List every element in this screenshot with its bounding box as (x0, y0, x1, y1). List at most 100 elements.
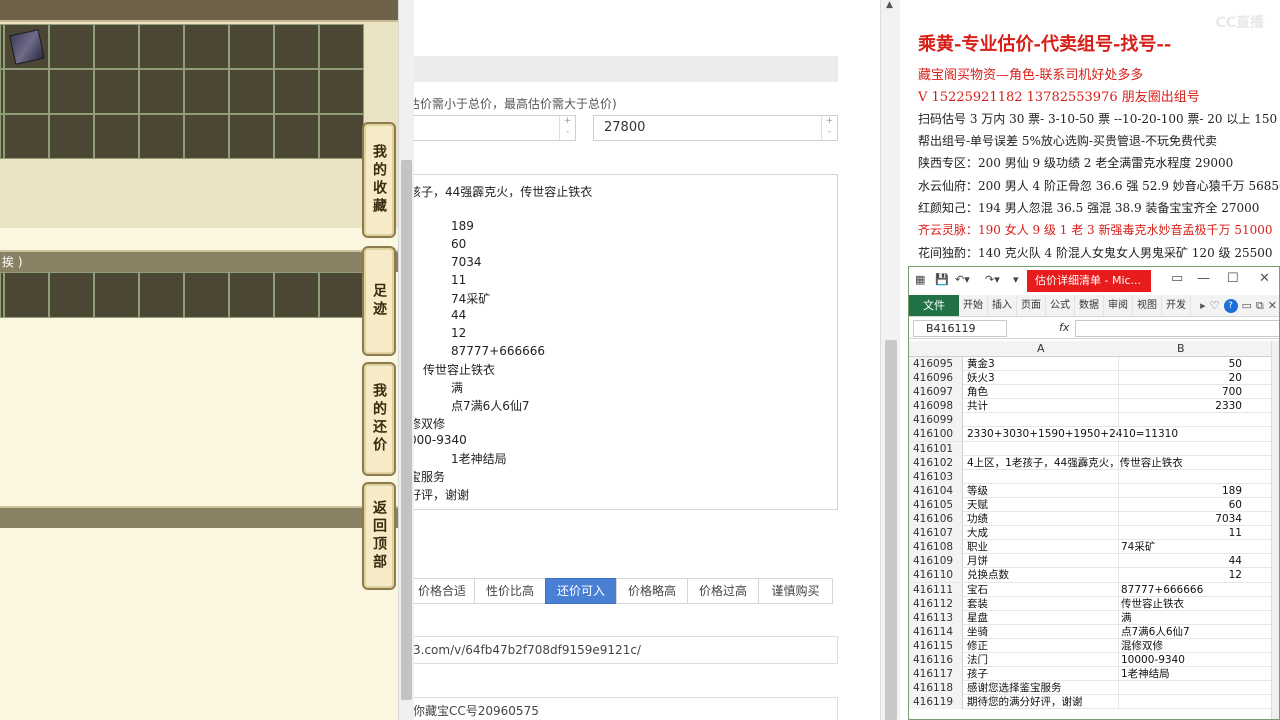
left-scrollbar[interactable] (398, 0, 414, 720)
inventory-slot[interactable] (229, 24, 274, 69)
cell-b[interactable]: 700 (1118, 385, 1244, 400)
ribbon-tab[interactable]: 视图 (1133, 295, 1162, 316)
row-number[interactable]: 416096 (909, 371, 963, 386)
function-icon[interactable]: fx (1059, 321, 1069, 334)
cell-a[interactable]: 坐骑 (965, 625, 1117, 639)
row-number[interactable]: 416099 (909, 413, 963, 428)
ribbon-options-icon[interactable]: ▭ (1171, 271, 1183, 286)
inventory-slot[interactable] (274, 272, 319, 318)
cell-b[interactable]: 74采矿 (1118, 540, 1244, 555)
left-scrollbar-thumb[interactable] (401, 160, 412, 700)
cell-b[interactable] (1118, 455, 1244, 470)
cell-a[interactable]: 角色 (965, 385, 1117, 399)
max-price-stepper[interactable]: + - (821, 116, 837, 140)
rating-option[interactable]: 价格略高 (616, 578, 688, 604)
ribbon-tab[interactable]: 公式 (1046, 295, 1075, 316)
rating-option-selected[interactable]: 还价可入 (545, 578, 617, 604)
cell-b[interactable]: 12 (1118, 568, 1244, 583)
row-number[interactable]: 416110 (909, 568, 963, 583)
inventory-slot[interactable] (319, 114, 364, 159)
cell-a[interactable]: 功绩 (965, 512, 1117, 526)
collapse-ribbon-icon[interactable]: ♡ (1210, 299, 1220, 312)
cell-b[interactable] (1118, 469, 1244, 484)
column-b-header[interactable]: B (1177, 342, 1185, 355)
name-box[interactable]: B416119 (913, 320, 1007, 337)
cell-b[interactable] (1118, 695, 1244, 710)
ribbon-tab[interactable]: 插入 (988, 295, 1017, 316)
row-number[interactable]: 416095 (909, 357, 963, 371)
cell-a[interactable]: 月饼 (965, 554, 1117, 568)
window-restore-icon[interactable]: ⧉ (1256, 299, 1264, 313)
inventory-slot[interactable] (184, 114, 229, 159)
rating-option[interactable]: 谨慎购买 (758, 578, 833, 604)
cell-b[interactable]: 传世容止铁衣 (1118, 596, 1244, 611)
middle-scrollbar-thumb[interactable] (885, 340, 897, 720)
inventory-slot[interactable] (319, 272, 364, 318)
link-field[interactable]: 3.com/v/64fb47b2f708df9159e9121c/ (414, 636, 838, 664)
max-price-input[interactable]: 27800 + - (593, 115, 838, 141)
ribbon-tab[interactable]: 数据 (1075, 295, 1104, 316)
inventory-slot[interactable] (94, 24, 139, 69)
rating-option[interactable]: 性价比高 (474, 578, 546, 604)
row-number[interactable]: 416100 (909, 427, 963, 442)
inventory-slot[interactable] (94, 272, 139, 318)
ribbon-tab[interactable]: 开发 (1162, 295, 1191, 316)
row-number[interactable]: 416113 (909, 610, 963, 625)
window-minimize-icon[interactable]: ▭ (1242, 299, 1252, 312)
ribbon-tab[interactable]: 开始 (959, 295, 988, 316)
inventory-slot[interactable] (274, 114, 319, 159)
ribbon-scroll-icon[interactable]: ▸ (1200, 299, 1206, 312)
save-icon[interactable]: 💾 (935, 273, 949, 286)
inventory-slot[interactable] (94, 114, 139, 159)
cell-b[interactable] (1118, 681, 1244, 696)
inventory-slot[interactable] (274, 24, 319, 69)
cell-a[interactable]: 兑换点数 (965, 568, 1117, 582)
cell-a[interactable]: 等级 (965, 484, 1117, 498)
quick-access-customize-icon[interactable]: ▾ (1013, 273, 1019, 286)
footprint-tab[interactable]: 足迹 (362, 246, 396, 356)
cell-b[interactable]: 50 (1118, 357, 1244, 371)
inventory-slot[interactable] (4, 69, 49, 114)
cell-a[interactable]: 套装 (965, 597, 1117, 611)
my-favorites-tab[interactable]: 我的收藏 (362, 122, 396, 238)
rating-option[interactable]: 价格合适 (414, 578, 475, 604)
maximize-icon[interactable]: ☐ (1227, 271, 1239, 286)
redo-icon[interactable]: ↷▾ (985, 273, 1000, 286)
row-number[interactable]: 416103 (909, 469, 963, 484)
cell-a[interactable]: 职业 (965, 540, 1117, 554)
formula-input[interactable] (1075, 320, 1279, 337)
appraisal-description-textarea[interactable]: 孩子，44强霹克火，传世容止铁衣 189 60 7034 11 74采矿 44 … (414, 174, 838, 510)
row-number[interactable]: 416106 (909, 512, 963, 527)
inventory-slot[interactable] (184, 69, 229, 114)
column-a-header[interactable]: A (1037, 342, 1045, 355)
row-number[interactable]: 416098 (909, 399, 963, 414)
inventory-slot[interactable] (4, 114, 49, 159)
cell-a[interactable]: 2330+3030+1590+1950+2410=11310 (965, 427, 1178, 441)
inventory-slot[interactable] (49, 69, 94, 114)
cell-b[interactable]: 2330 (1118, 399, 1244, 414)
cell-a[interactable]: 宝石 (965, 583, 1117, 597)
inventory-slot[interactable] (49, 24, 94, 69)
contact-field[interactable]: 你藏宝CC号20960575 (414, 697, 838, 720)
row-number[interactable]: 416104 (909, 483, 963, 498)
inventory-slot[interactable] (139, 69, 184, 114)
row-number[interactable]: 416105 (909, 497, 963, 512)
row-number[interactable]: 416109 (909, 554, 963, 569)
row-number[interactable]: 416107 (909, 526, 963, 541)
row-number[interactable]: 416116 (909, 652, 963, 667)
inventory-slot[interactable] (139, 24, 184, 69)
undo-icon[interactable]: ↶▾ (955, 273, 970, 286)
cell-b[interactable]: 20 (1118, 371, 1244, 386)
rating-option[interactable]: 价格过高 (687, 578, 759, 604)
sheet-scrollbar[interactable] (1271, 341, 1279, 719)
my-counteroffers-tab[interactable]: 我的还价 (362, 362, 396, 476)
ribbon-tab[interactable]: 页面 (1017, 295, 1046, 316)
inventory-slot[interactable] (184, 24, 229, 69)
row-number[interactable]: 416117 (909, 667, 963, 682)
cell-a[interactable]: 大成 (965, 526, 1117, 540)
cell-a[interactable]: 修正 (965, 639, 1117, 653)
row-number[interactable]: 416118 (909, 681, 963, 696)
inventory-slot[interactable] (139, 272, 184, 318)
min-price-input[interactable]: + - (414, 115, 576, 141)
file-tab[interactable]: 文件 (909, 295, 959, 316)
